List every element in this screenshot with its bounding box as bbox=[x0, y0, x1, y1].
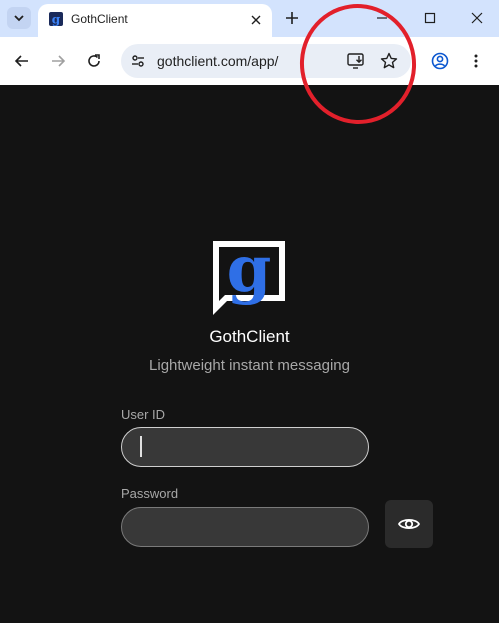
maximize-button[interactable] bbox=[420, 8, 440, 28]
chevron-down-icon bbox=[14, 15, 24, 22]
password-input[interactable] bbox=[121, 507, 369, 547]
reload-icon bbox=[88, 54, 100, 67]
svg-text:g: g bbox=[52, 13, 61, 27]
new-tab-button[interactable] bbox=[282, 8, 302, 28]
forward-button[interactable] bbox=[46, 49, 70, 73]
reload-button[interactable] bbox=[82, 49, 106, 73]
plus-icon bbox=[286, 12, 298, 24]
page-content: g GothClient Lightweight instant messagi… bbox=[0, 85, 499, 623]
arrow-left-icon bbox=[14, 55, 28, 67]
browser-toolbar: gothclient.com/app/ bbox=[0, 37, 499, 85]
minimize-icon bbox=[377, 17, 387, 19]
text-cursor bbox=[140, 436, 142, 457]
address-bar[interactable]: gothclient.com/app/ bbox=[121, 44, 411, 78]
back-button[interactable] bbox=[10, 49, 34, 73]
more-vert-icon bbox=[474, 54, 478, 68]
profile-button[interactable] bbox=[428, 49, 452, 73]
browser-menu-button[interactable] bbox=[464, 49, 488, 73]
arrow-right-icon bbox=[52, 55, 66, 67]
tab-search-button[interactable] bbox=[7, 7, 31, 29]
maximize-icon bbox=[424, 12, 436, 24]
password-label: Password bbox=[121, 486, 179, 501]
install-app-icon[interactable] bbox=[346, 51, 366, 71]
url-text[interactable]: gothclient.com/app/ bbox=[157, 53, 278, 69]
user-id-input[interactable] bbox=[121, 427, 369, 467]
tab-strip: g GothClient bbox=[0, 0, 499, 37]
app-tagline: Lightweight instant messaging bbox=[149, 357, 350, 374]
eye-icon bbox=[397, 518, 421, 530]
minimize-button[interactable] bbox=[372, 8, 392, 28]
site-info-button[interactable] bbox=[128, 51, 148, 71]
gothclient-favicon-icon: g bbox=[49, 12, 63, 27]
gothclient-logo: g bbox=[213, 237, 285, 315]
show-password-button[interactable] bbox=[385, 500, 433, 548]
tab-close-button[interactable] bbox=[248, 12, 264, 28]
app-name: GothClient bbox=[209, 327, 290, 346]
tune-icon bbox=[132, 55, 144, 67]
close-icon bbox=[251, 15, 261, 25]
user-id-label: User ID bbox=[121, 407, 166, 422]
tab-gothclient[interactable]: g GothClient bbox=[38, 4, 272, 37]
close-icon bbox=[471, 12, 483, 24]
bookmark-star-icon[interactable] bbox=[379, 51, 399, 71]
account-circle-icon bbox=[431, 52, 449, 70]
close-window-button[interactable] bbox=[467, 8, 487, 28]
tab-title: GothClient bbox=[71, 12, 128, 26]
svg-text:g: g bbox=[227, 237, 272, 307]
